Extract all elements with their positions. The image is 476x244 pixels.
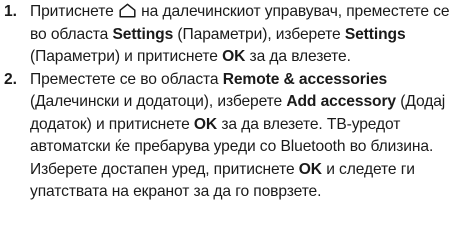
menu-term: Settings (344, 25, 406, 43)
step-number: 2. (4, 70, 18, 88)
menu-term: Remote & accessories (222, 70, 388, 88)
step-text-segment: Преместете се во областа (30, 70, 223, 88)
step-text-segment: за да влезете. (245, 48, 351, 65)
step-number: 1. (4, 3, 18, 20)
menu-term: Add accessory (286, 93, 396, 110)
button-term: OK (193, 115, 218, 133)
button-term: OK (298, 160, 322, 178)
instruction-step-2: 2. Преместете се во областа Remote & acc… (0, 69, 476, 204)
step-text-segment: (Далечински и додатоци), изберете (30, 93, 287, 110)
menu-term: Settings (112, 25, 174, 43)
instruction-list: 1. Притиснете на далечинскиот управувач,… (0, 0, 476, 204)
home-icon (119, 3, 136, 18)
step-text: Преместете се во областа Remote & access… (30, 69, 470, 204)
step-text-segment: (Параметри) и притиснете (30, 48, 223, 65)
instruction-step-1: 1. Притиснете на далечинскиот управувач,… (0, 1, 476, 69)
step-text-segment: (Параметри), изберете (173, 25, 345, 43)
button-term: OK (222, 48, 246, 65)
step-text-segment: Притиснете (30, 3, 118, 20)
step-text: Притиснете на далечинскиот управувач, пр… (30, 1, 470, 69)
